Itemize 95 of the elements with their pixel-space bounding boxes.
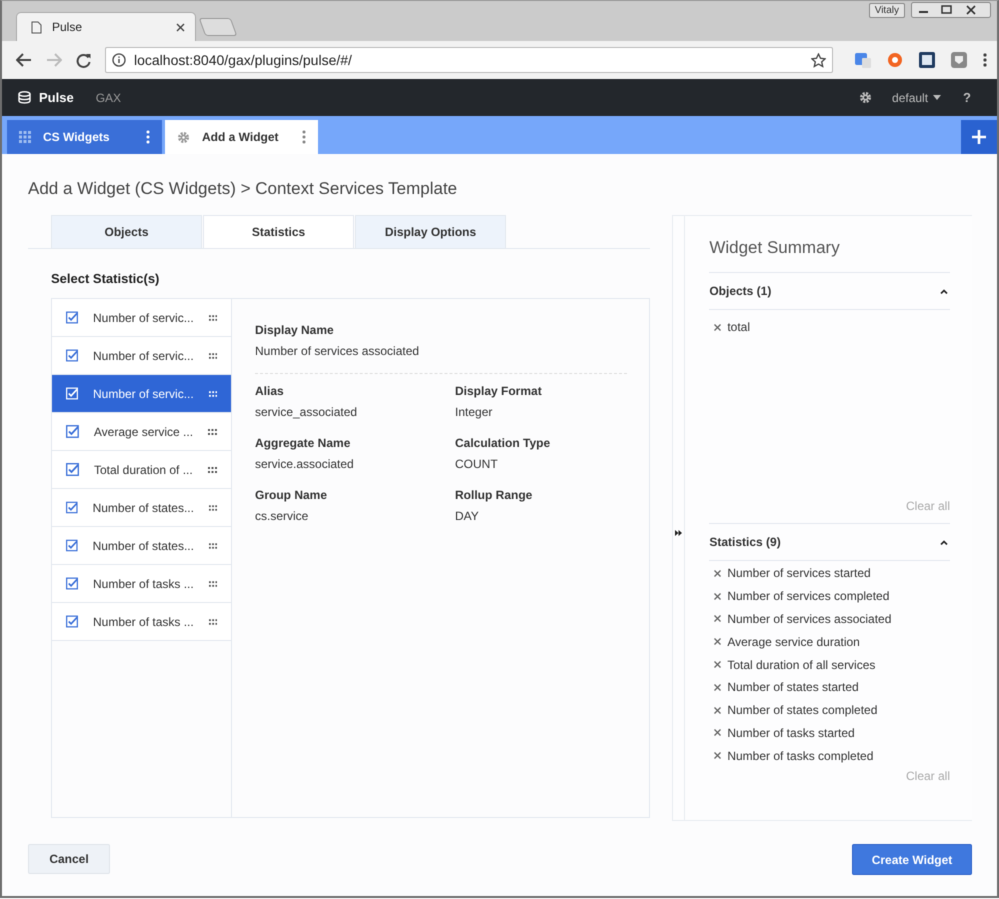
- close-icon[interactable]: [176, 22, 185, 32]
- info-icon: [112, 53, 126, 67]
- remove-icon[interactable]: [714, 706, 722, 714]
- kebab-icon[interactable]: [146, 130, 150, 144]
- field-value: Integer: [455, 405, 494, 419]
- widget-tab[interactable]: CS Widgets: [7, 120, 162, 154]
- help-link[interactable]: ?: [963, 90, 971, 105]
- summary-item: total: [727, 320, 750, 334]
- field-label: Calculation Type: [455, 436, 552, 450]
- field-label: Rollup Range: [455, 488, 534, 502]
- reload-icon[interactable]: [76, 52, 91, 68]
- create-widget-button[interactable]: Create Widget: [852, 844, 972, 875]
- settings-icon[interactable]: [859, 91, 872, 104]
- drag-handle-icon[interactable]: [208, 352, 217, 358]
- step-tab[interactable]: Statistics: [203, 215, 354, 248]
- checkbox[interactable]: [66, 425, 79, 438]
- step-tab[interactable]: Display Options: [355, 215, 506, 248]
- caret-icon: [933, 95, 942, 100]
- window-controls[interactable]: [911, 2, 991, 18]
- more-icon[interactable]: [983, 53, 987, 67]
- statistic-item[interactable]: Number of servic...: [52, 375, 231, 413]
- remove-icon[interactable]: [714, 615, 722, 622]
- summary-item: Number of services associated: [727, 612, 892, 626]
- summary-item: Number of states started: [727, 680, 859, 694]
- summary-item: Average service duration: [727, 634, 860, 649]
- checkbox[interactable]: [66, 615, 78, 628]
- field-value: service.associated: [255, 457, 355, 471]
- drag-handle-icon[interactable]: [208, 618, 217, 624]
- drag-handle-icon[interactable]: [208, 428, 217, 434]
- checkbox[interactable]: [66, 311, 78, 324]
- address-bar[interactable]: localhost:8040/gax/plugins/pulse/#/: [105, 47, 833, 73]
- add-button[interactable]: [961, 120, 997, 154]
- field-value: Number of services associated: [255, 344, 420, 358]
- summary-item: Number of states completed: [727, 703, 878, 718]
- step-tab[interactable]: Objects: [51, 215, 202, 248]
- checkbox[interactable]: [66, 463, 79, 476]
- browser-tab[interactable]: Pulse: [16, 12, 196, 41]
- summary-item: Number of services completed: [727, 589, 890, 604]
- field-label: Alias: [255, 384, 285, 398]
- grid-icon: [19, 131, 31, 143]
- summary-item: Number of services started: [727, 566, 871, 580]
- drag-handle-icon[interactable]: [208, 580, 217, 586]
- summary-item: Number of tasks completed: [727, 748, 874, 763]
- checkbox[interactable]: [66, 501, 78, 514]
- lifebuoy-icon[interactable]: [887, 52, 903, 68]
- remove-icon[interactable]: [714, 570, 722, 577]
- profile-dropdown[interactable]: default: [892, 90, 942, 104]
- brand-link[interactable]: Pulse: [18, 90, 74, 105]
- kebab-icon[interactable]: [302, 130, 306, 144]
- back-icon[interactable]: [16, 53, 32, 67]
- user-badge: Vitaly: [868, 2, 905, 18]
- remove-icon[interactable]: [714, 752, 722, 760]
- summary-title: Widget Summary: [709, 238, 841, 258]
- field-value: service_associated: [255, 405, 358, 419]
- field-label: Aggregate Name: [255, 436, 352, 450]
- star-icon[interactable]: [811, 52, 826, 68]
- field-value: cs.service: [255, 509, 310, 523]
- section-header[interactable]: Objects (1): [709, 272, 950, 310]
- chevron-icon[interactable]: [940, 540, 948, 544]
- field-label: Group Name: [255, 488, 328, 502]
- checkbox[interactable]: [66, 577, 78, 590]
- field-value: COUNT: [455, 457, 499, 471]
- remove-icon[interactable]: [714, 592, 722, 600]
- summary-item: Total duration of all services: [727, 658, 876, 672]
- remove-icon[interactable]: [714, 661, 722, 668]
- summary-item: Number of tasks started: [727, 726, 855, 740]
- drag-handle-icon[interactable]: [208, 466, 217, 472]
- chevron-icon[interactable]: [940, 288, 948, 294]
- section-title: Statistics (9): [709, 535, 781, 549]
- remove-icon[interactable]: [714, 324, 722, 331]
- page-icon: [31, 20, 42, 34]
- field-value: DAY: [455, 509, 480, 523]
- url-text: localhost:8040/gax/plugins/pulse/#/: [134, 52, 353, 68]
- database-icon: [18, 91, 31, 104]
- field-label: Display Name: [255, 323, 335, 337]
- drag-handle-icon[interactable]: [208, 314, 217, 320]
- gear-icon: [177, 130, 190, 144]
- widget-tab[interactable]: Add a Widget: [165, 120, 318, 154]
- checkbox[interactable]: [66, 349, 78, 362]
- drag-handle-icon[interactable]: [208, 542, 217, 548]
- expand-icon[interactable]: [675, 530, 682, 536]
- cancel-button[interactable]: Cancel: [28, 844, 110, 874]
- drag-handle-icon[interactable]: [208, 504, 217, 510]
- page-title: Add a Widget (CS Widgets) > Context Services Template: [28, 179, 458, 199]
- remove-icon[interactable]: [714, 638, 722, 646]
- drag-handle-icon[interactable]: [208, 390, 217, 396]
- remove-icon[interactable]: [714, 684, 722, 691]
- field-label: Display Format: [455, 384, 543, 398]
- nav-link[interactable]: GAX: [96, 90, 122, 104]
- checkbox[interactable]: [66, 539, 78, 552]
- remove-icon[interactable]: [714, 729, 722, 736]
- section-title: Select Statistic(s): [51, 271, 160, 286]
- section-header[interactable]: Statistics (9): [709, 523, 950, 561]
- plus-icon: [971, 129, 987, 145]
- section-title: Objects (1): [709, 284, 772, 298]
